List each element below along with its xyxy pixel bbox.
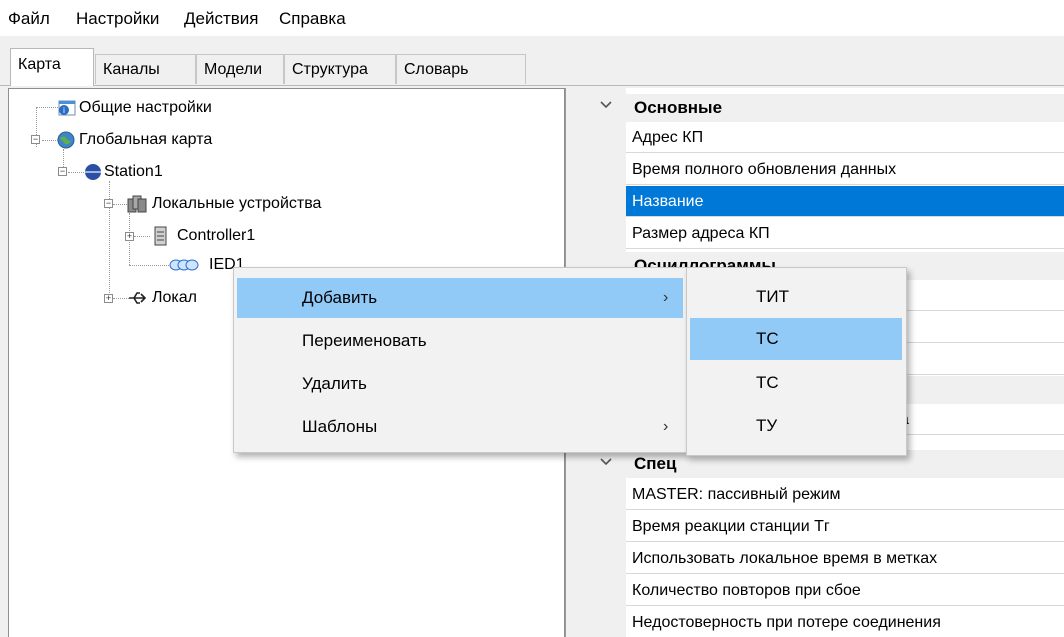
menu-item-label: Шаблоны xyxy=(302,417,378,436)
svg-text:i: i xyxy=(63,106,65,115)
submenu-item-tit[interactable]: ТИТ xyxy=(690,276,902,318)
submenu: ТИТ ТС ТС ТУ xyxy=(686,267,907,456)
property-row[interactable]: Количество повторов при сбое xyxy=(626,575,1064,606)
tree-item-label: Station1 xyxy=(104,163,163,180)
tab-structure[interactable]: Структура xyxy=(284,54,396,84)
tree-expander-minus[interactable]: − xyxy=(104,199,113,208)
property-row[interactable]: Адрес КП xyxy=(626,122,1064,153)
menu-help[interactable]: Справка xyxy=(279,9,346,29)
submenu-arrow-icon: › xyxy=(663,289,669,306)
menu-item-label: Добавить xyxy=(302,288,378,307)
chevron-down-icon[interactable] xyxy=(596,95,616,115)
tree-expander-minus[interactable]: − xyxy=(58,167,67,176)
chevron-down-icon[interactable] xyxy=(596,452,616,472)
menu-item-label: ТИТ xyxy=(756,287,789,306)
tree-expander-plus[interactable]: + xyxy=(125,232,134,241)
tab-dictionary[interactable]: Словарь xyxy=(396,54,526,84)
submenu-arrow-icon: › xyxy=(663,418,669,435)
property-row[interactable]: Размер адреса КП xyxy=(626,218,1064,249)
context-menu: Добавить › Переименовать Удалить Шаблоны… xyxy=(233,267,687,453)
tree-connector xyxy=(134,236,150,237)
tree-item-label: Локальные устройства xyxy=(152,195,322,212)
menu-item-label: ТС xyxy=(756,329,779,348)
property-row[interactable]: Использовать локальное время в метках xyxy=(626,543,1064,574)
tree-expander-minus[interactable]: − xyxy=(31,135,40,144)
tree-expander-plus[interactable]: + xyxy=(104,294,113,303)
globe-icon xyxy=(57,131,75,149)
menubar: Файл Настройки Действия Справка xyxy=(0,0,1064,36)
tree-item-label: Локал xyxy=(152,289,197,306)
menu-item-label: Удалить xyxy=(302,374,367,393)
submenu-item-tu[interactable]: ТУ xyxy=(690,405,902,447)
menu-item-label: ТУ xyxy=(756,416,778,435)
settings-window-icon: i xyxy=(58,100,76,116)
server-icon xyxy=(154,226,167,246)
menu-file[interactable]: Файл xyxy=(8,9,50,29)
menu-item-templates[interactable]: Шаблоны › xyxy=(237,407,683,447)
property-row[interactable]: Время реакции станции Тг xyxy=(626,511,1064,542)
usb-icon xyxy=(129,292,147,304)
submenu-item-ts-2[interactable]: ТС xyxy=(690,362,902,404)
tab-models[interactable]: Модели xyxy=(196,54,284,84)
menu-settings[interactable]: Настройки xyxy=(76,9,159,29)
tree-connector xyxy=(129,265,169,266)
station-icon xyxy=(85,164,101,180)
property-row-selected[interactable]: Название xyxy=(626,186,1064,217)
tab-divider xyxy=(0,85,1064,86)
tab-map[interactable]: Карта xyxy=(10,48,94,86)
ied-icon xyxy=(169,259,199,271)
category-main[interactable]: Основные xyxy=(626,94,1064,122)
menu-item-rename[interactable]: Переименовать xyxy=(237,321,683,361)
submenu-item-ts[interactable]: ТС xyxy=(690,318,902,360)
tree-item-label: Controller1 xyxy=(177,227,256,244)
devices-icon xyxy=(127,195,147,213)
property-row[interactable]: MASTER: пассивный режим xyxy=(626,479,1064,510)
property-row[interactable]: Время полного обновления данных xyxy=(626,154,1064,185)
menu-item-label: Переименовать xyxy=(302,331,427,350)
menu-item-delete[interactable]: Удалить xyxy=(237,364,683,404)
menu-actions[interactable]: Действия xyxy=(184,9,258,29)
tree-item-label: Глобальная карта xyxy=(79,131,213,148)
menu-item-label: ТС xyxy=(756,373,779,392)
tab-channels[interactable]: Каналы xyxy=(95,54,196,84)
tree-item-label: Общие настройки xyxy=(79,99,212,116)
property-row[interactable]: Недостоверность при потере соединения xyxy=(626,607,1064,637)
menu-item-add[interactable]: Добавить › xyxy=(237,278,683,318)
